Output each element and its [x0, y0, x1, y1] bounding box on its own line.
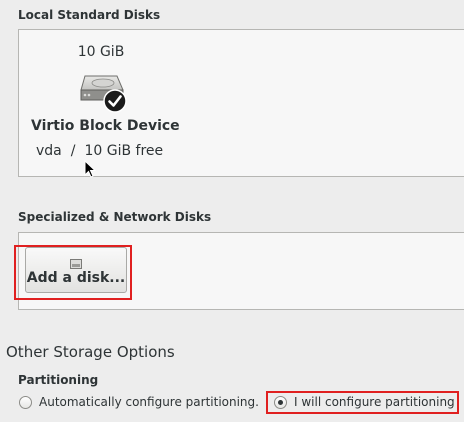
disk-size: 10 GiB	[77, 44, 125, 60]
add-disk-highlight	[14, 245, 132, 300]
manual-partitioning-highlight	[266, 391, 459, 414]
disk-free-space: 10 GiB free	[84, 143, 164, 159]
installation-destination-page: Local Standard Disks 10 GiB Virtio Block…	[0, 0, 464, 422]
local-disks-label: Local Standard Disks	[18, 8, 161, 22]
disk-name: Virtio Block Device	[31, 118, 180, 134]
auto-partitioning-option[interactable]: Automatically configure partitioning.	[19, 395, 259, 409]
network-disks-label: Specialized & Network Disks	[18, 210, 212, 224]
disk-device: vda	[36, 143, 62, 159]
mouse-pointer-icon	[84, 159, 97, 180]
local-disks-panel: 10 GiB Virtio Block Device vda / 10 GiB …	[18, 29, 464, 177]
partitioning-label: Partitioning	[18, 373, 99, 387]
selected-check-icon	[103, 89, 127, 113]
disk-detail: vda / 10 GiB free	[36, 143, 163, 159]
disk-card-vda[interactable]: 10 GiB Virtio Block Device vda / 10 GiB …	[19, 30, 195, 175]
disk-separator: /	[70, 143, 76, 159]
other-storage-heading: Other Storage Options	[6, 343, 175, 361]
auto-partitioning-label: Automatically configure partitioning.	[39, 395, 259, 409]
auto-partitioning-radio[interactable]	[19, 395, 32, 409]
